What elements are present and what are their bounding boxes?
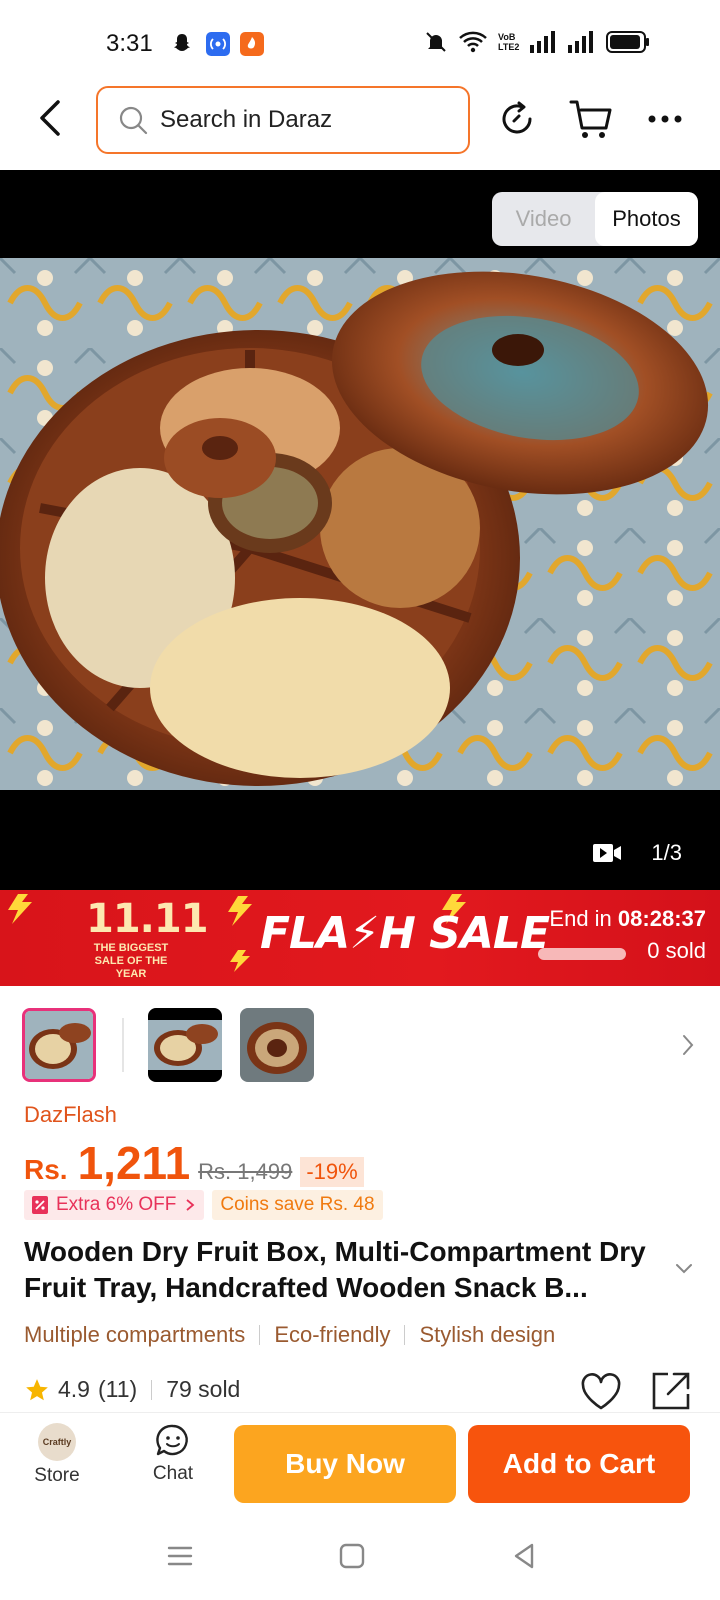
countdown: End in 08:28:37 xyxy=(549,906,706,932)
product-image xyxy=(0,258,720,790)
rating-row[interactable]: 4.9 (11) 79 sold xyxy=(24,1376,240,1403)
promo-row: Extra 6% OFF Coins save Rs. 48 xyxy=(24,1190,383,1220)
chevron-right-icon[interactable] xyxy=(678,1032,698,1058)
tab-video[interactable]: Video xyxy=(492,192,595,246)
back-button[interactable] xyxy=(28,96,72,140)
flash-sale-title: FLA⚡H SALE xyxy=(260,908,550,959)
tag-divider xyxy=(404,1325,406,1345)
wifi-icon xyxy=(459,31,487,53)
price-row: Rs. 1,211 Rs. 1,499 -19% xyxy=(24,1136,364,1190)
snapchat-icon xyxy=(174,34,190,51)
coins-chip[interactable]: Coins save Rs. 48 xyxy=(212,1190,383,1220)
status-time: 3:31 xyxy=(106,30,153,57)
thumbnail-strip xyxy=(22,1008,702,1084)
rating-value: 4.9 xyxy=(58,1376,90,1402)
price-value: 1,211 xyxy=(77,1137,191,1189)
tag-item: Stylish design xyxy=(419,1322,556,1347)
buy-now-button[interactable]: Buy Now xyxy=(234,1425,456,1503)
chevron-right-icon xyxy=(186,1199,195,1211)
history-button[interactable] xyxy=(494,96,540,142)
home-icon[interactable] xyxy=(336,1540,368,1572)
star-icon xyxy=(26,1378,48,1400)
status-icons: VoB LTE2 xyxy=(424,30,650,54)
share-icon[interactable] xyxy=(650,1370,692,1412)
signal-icon xyxy=(530,31,555,53)
product-title[interactable]: Wooden Dry Fruit Box, Multi-Compartment … xyxy=(24,1234,664,1306)
system-nav-bar xyxy=(0,1512,720,1600)
photo-counter: 1/3 xyxy=(651,840,682,865)
thumbnail-divider xyxy=(122,1018,124,1072)
campaign-label: DazFlash xyxy=(24,1102,117,1127)
search-icon xyxy=(119,106,148,135)
hotspot-icon xyxy=(206,32,230,56)
signal-icon xyxy=(568,31,593,53)
top-nav xyxy=(0,84,720,170)
tag-divider xyxy=(259,1325,261,1345)
store-logo: Craftly xyxy=(38,1423,76,1461)
discount-badge: -19% xyxy=(300,1157,364,1187)
bottom-action-bar: Craftly Store Chat Buy Now Add to Cart xyxy=(0,1412,720,1512)
store-label: Store xyxy=(34,1465,80,1486)
video-icon[interactable] xyxy=(592,842,622,864)
countdown-time: 08:28:37 xyxy=(617,906,706,931)
status-bar: 3:31 VoB LTE2 xyxy=(0,0,720,84)
sold-progress-bar xyxy=(538,948,626,960)
extra-off-chip[interactable]: Extra 6% OFF xyxy=(24,1190,205,1220)
volte-label: VoB LTE2 xyxy=(498,32,520,52)
review-count: (11) xyxy=(97,1376,138,1402)
tab-photos[interactable]: Photos xyxy=(595,192,698,246)
feature-tags: Multiple compartments Eco-friendly Styli… xyxy=(24,1322,555,1348)
menu-icon[interactable] xyxy=(164,1540,196,1572)
app-icon xyxy=(240,32,264,56)
cart-icon xyxy=(569,100,612,138)
add-to-cart-button[interactable]: Add to Cart xyxy=(468,1425,690,1503)
back-icon xyxy=(40,100,60,136)
sold-count: 0 sold xyxy=(647,938,706,963)
thumbnail-2[interactable] xyxy=(148,1008,222,1082)
search-input[interactable] xyxy=(160,106,450,134)
voucher-icon xyxy=(32,1196,48,1214)
chat-icon xyxy=(156,1424,188,1456)
rating-divider xyxy=(151,1379,153,1400)
price-currency: Rs. xyxy=(24,1154,68,1185)
search-box[interactable] xyxy=(96,86,470,154)
media-toggle: Video Photos xyxy=(492,192,698,246)
product-photo[interactable] xyxy=(0,258,720,790)
history-icon xyxy=(502,101,532,134)
store-button[interactable]: Craftly Store xyxy=(22,1423,92,1487)
extra-off-label: Extra 6% OFF xyxy=(56,1194,177,1215)
heart-icon[interactable] xyxy=(580,1372,622,1412)
thumbnail-1[interactable] xyxy=(22,1008,96,1082)
more-icon xyxy=(648,115,682,123)
event-label: 11.11 xyxy=(86,896,209,942)
countdown-label: End in xyxy=(549,906,612,931)
chat-label: Chat xyxy=(152,1463,194,1484)
tag-item: Multiple compartments xyxy=(24,1322,246,1347)
original-price: Rs. 1,499 xyxy=(198,1159,293,1184)
more-button[interactable] xyxy=(642,96,688,142)
battery-icon xyxy=(606,31,649,53)
product-gallery[interactable]: Video Photos 1/3 xyxy=(0,170,720,890)
event-subtitle: THE BIGGEST SALE OF THE YEAR xyxy=(93,942,169,980)
flash-sale-banner[interactable]: 11.11 THE BIGGEST SALE OF THE YEAR FLA⚡H… xyxy=(0,890,720,986)
chevron-down-icon[interactable] xyxy=(674,1262,694,1276)
back-nav-icon[interactable] xyxy=(508,1540,540,1572)
cart-button[interactable] xyxy=(568,96,614,142)
tag-item: Eco-friendly xyxy=(274,1322,391,1347)
thumbnail-3[interactable] xyxy=(240,1008,314,1082)
mute-icon xyxy=(426,32,446,52)
chat-button[interactable]: Chat xyxy=(138,1423,208,1485)
sold-count-label: 79 sold xyxy=(166,1376,241,1402)
